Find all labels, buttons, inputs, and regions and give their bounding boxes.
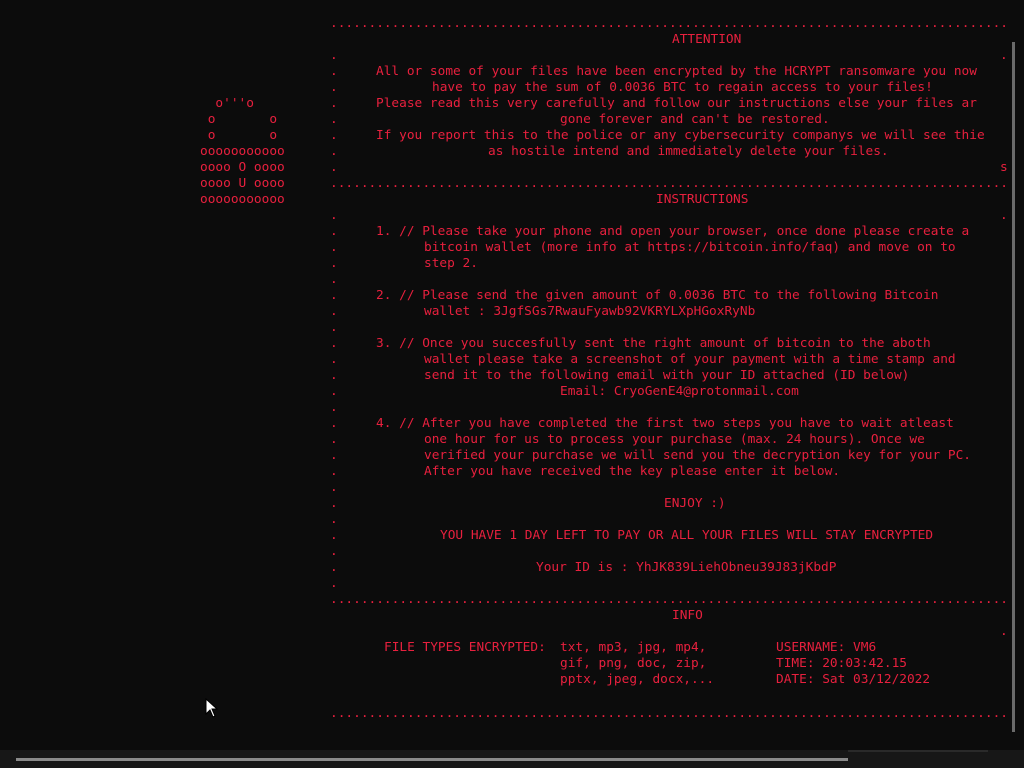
border-dot: .	[330, 384, 338, 399]
border-dot: .	[1000, 48, 1008, 63]
border-dot: .	[330, 80, 338, 95]
border-dot: .	[330, 400, 338, 415]
file-types-line: gif, png, doc, zip,	[560, 656, 707, 671]
horizontal-scrollbar[interactable]	[0, 750, 1024, 768]
border-dot: .	[330, 96, 338, 111]
attention-line: s	[1000, 160, 1008, 175]
border-dot: .	[330, 576, 338, 591]
border-dot: .	[330, 288, 338, 303]
step-4-line: one hour for us to process your purchase…	[424, 432, 925, 447]
border-dot: .	[330, 256, 338, 271]
border-dot: .	[330, 320, 338, 335]
border-dot: .	[330, 464, 338, 479]
file-types-label: FILE TYPES ENCRYPTED:	[384, 640, 546, 655]
username-value: USERNAME: VM6	[776, 640, 877, 655]
vertical-scrollbar[interactable]	[1008, 0, 1024, 750]
border-dot: .	[330, 240, 338, 255]
vertical-scrollbar-thumb[interactable]	[1012, 42, 1015, 732]
step-4-line: verified your purchase we will send you …	[424, 448, 972, 463]
step-3-line: 3. // Once you succesfully sent the righ…	[376, 336, 931, 351]
border-dot: .	[330, 128, 338, 143]
enjoy-text: ENJOY :)	[664, 496, 726, 511]
step-3-line: Email: CryoGenE4@protonmail.com	[560, 384, 799, 399]
border-line: ........................................…	[330, 176, 1008, 191]
console-window: o'''o o o o o ooooooooooo oooo O oooo oo…	[0, 0, 1024, 768]
step-1-line: 1. // Please take your phone and open yo…	[376, 224, 970, 239]
step-1-line: step 2.	[424, 256, 478, 271]
border-line: ........................................…	[330, 706, 1008, 721]
file-types-line: pptx, jpeg, docx,...	[560, 672, 715, 687]
border-dot: .	[1000, 208, 1008, 223]
border-line: ........................................…	[330, 16, 1008, 31]
border-dot: .	[330, 352, 338, 367]
step-2-line: wallet : 3JgfSGs7RwauFyawb92VKRYLXpHGoxR…	[424, 304, 756, 319]
step-1-line: bitcoin wallet (more info at https://bit…	[424, 240, 956, 255]
border-dot: .	[330, 368, 338, 383]
ransom-note: ........................................…	[0, 0, 1008, 768]
border-dot: .	[330, 448, 338, 463]
instructions-title: INSTRUCTIONS	[656, 192, 749, 207]
attention-line: All or some of your files have been encr…	[376, 64, 977, 79]
step-2-line: 2. // Please send the given amount of 0.…	[376, 288, 939, 303]
border-dot: .	[330, 160, 338, 175]
attention-line: have to pay the sum of 0.0036 BTC to reg…	[432, 80, 933, 95]
border-dot: .	[330, 144, 338, 159]
horizontal-scrollbar-edge	[848, 750, 988, 752]
step-3-line: send it to the following email with your…	[424, 368, 910, 383]
border-dot: .	[330, 64, 338, 79]
time-value: TIME: 20:03:42.15	[776, 656, 907, 671]
border-dot: .	[330, 48, 338, 63]
file-types-line: txt, mp3, jpg, mp4,	[560, 640, 707, 655]
border-dot: .	[330, 528, 338, 543]
attention-line: gone forever and can't be restored.	[560, 112, 830, 127]
step-4-line: After you have received the key please e…	[424, 464, 841, 479]
attention-title: ATTENTION	[672, 32, 742, 47]
victim-id: Your ID is : YhJK839LiehObneu39J83jKbdP	[536, 560, 837, 575]
border-dot: .	[330, 544, 338, 559]
border-dot: .	[330, 432, 338, 447]
border-dot: .	[330, 512, 338, 527]
border-dot: .	[330, 480, 338, 495]
border-dot: .	[330, 112, 338, 127]
border-line: ........................................…	[330, 592, 1008, 607]
deadline-warning: YOU HAVE 1 DAY LEFT TO PAY OR ALL YOUR F…	[440, 528, 934, 543]
border-dot: .	[330, 224, 338, 239]
border-dot: .	[330, 336, 338, 351]
step-4-line: 4. // After you have completed the first…	[376, 416, 954, 431]
border-dot: .	[330, 304, 338, 319]
border-dot: .	[330, 208, 338, 223]
attention-line: as hostile intend and immediately delete…	[488, 144, 889, 159]
info-title: INFO	[672, 608, 703, 623]
border-dot: .	[330, 560, 338, 575]
step-3-line: wallet please take a screenshot of your …	[424, 352, 956, 367]
horizontal-scrollbar-thumb[interactable]	[16, 758, 848, 761]
attention-line: Please read this very carefully and foll…	[376, 96, 977, 111]
attention-line: If you report this to the police or any …	[376, 128, 985, 143]
border-dot: .	[330, 496, 338, 511]
border-dot: .	[330, 272, 338, 287]
mouse-pointer-icon	[205, 698, 219, 718]
date-value: DATE: Sat 03/12/2022	[776, 672, 931, 687]
border-dot: .	[1000, 624, 1008, 639]
border-dot: .	[330, 416, 338, 431]
